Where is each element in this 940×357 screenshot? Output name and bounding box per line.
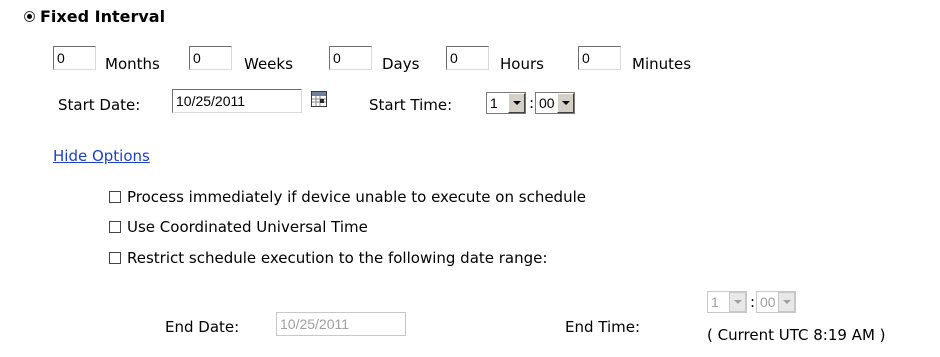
fixed-interval-radio[interactable]	[24, 11, 35, 22]
months-label: Months	[105, 55, 160, 73]
chevron-down-icon[interactable]	[778, 292, 795, 312]
end-time-label: End Time:	[565, 318, 641, 336]
end-minute-value: 00	[760, 294, 776, 310]
end-time-separator: :	[750, 293, 756, 311]
hours-label: Hours	[500, 55, 544, 73]
calendar-icon[interactable]	[311, 91, 327, 107]
weeks-label: Weeks	[244, 55, 293, 73]
end-hour-value: 1	[711, 294, 719, 310]
months-input[interactable]: 0	[53, 46, 96, 70]
days-label: Days	[382, 55, 420, 73]
start-hour-select[interactable]: 1	[486, 92, 526, 114]
weeks-input[interactable]: 0	[189, 46, 232, 70]
current-utc-text: ( Current UTC 8:19 AM )	[707, 326, 886, 344]
option-checkbox-process-immediately[interactable]	[109, 191, 121, 203]
start-minute-value: 00	[539, 95, 555, 111]
chevron-down-icon[interactable]	[729, 292, 746, 312]
end-date-input[interactable]: 10/25/2011	[276, 312, 406, 336]
chevron-down-icon[interactable]	[557, 93, 574, 113]
chevron-down-icon[interactable]	[508, 93, 525, 113]
start-date-label: Start Date:	[58, 96, 141, 114]
hide-options-link[interactable]: Hide Options	[53, 147, 150, 165]
end-hour-select[interactable]: 1	[707, 291, 747, 313]
option-checkbox-utc[interactable]	[109, 221, 121, 233]
days-input[interactable]: 0	[329, 46, 372, 70]
minutes-input[interactable]: 0	[578, 46, 621, 70]
fixed-interval-label: Fixed Interval	[40, 7, 166, 26]
start-minute-select[interactable]: 00	[535, 92, 575, 114]
time-separator: :	[529, 94, 535, 112]
hours-input[interactable]: 0	[446, 46, 489, 70]
start-time-label: Start Time:	[369, 96, 453, 114]
start-date-input[interactable]: 10/25/2011	[172, 89, 302, 113]
minutes-label: Minutes	[632, 55, 692, 73]
option-label-utc: Use Coordinated Universal Time	[127, 218, 368, 236]
option-checkbox-restrict-range[interactable]	[109, 252, 121, 264]
option-label-process-immediately: Process immediately if device unable to …	[127, 188, 586, 206]
start-hour-value: 1	[490, 95, 498, 111]
end-date-label: End Date:	[165, 318, 240, 336]
end-minute-select[interactable]: 00	[756, 291, 796, 313]
option-label-restrict-range: Restrict schedule execution to the follo…	[127, 249, 548, 267]
